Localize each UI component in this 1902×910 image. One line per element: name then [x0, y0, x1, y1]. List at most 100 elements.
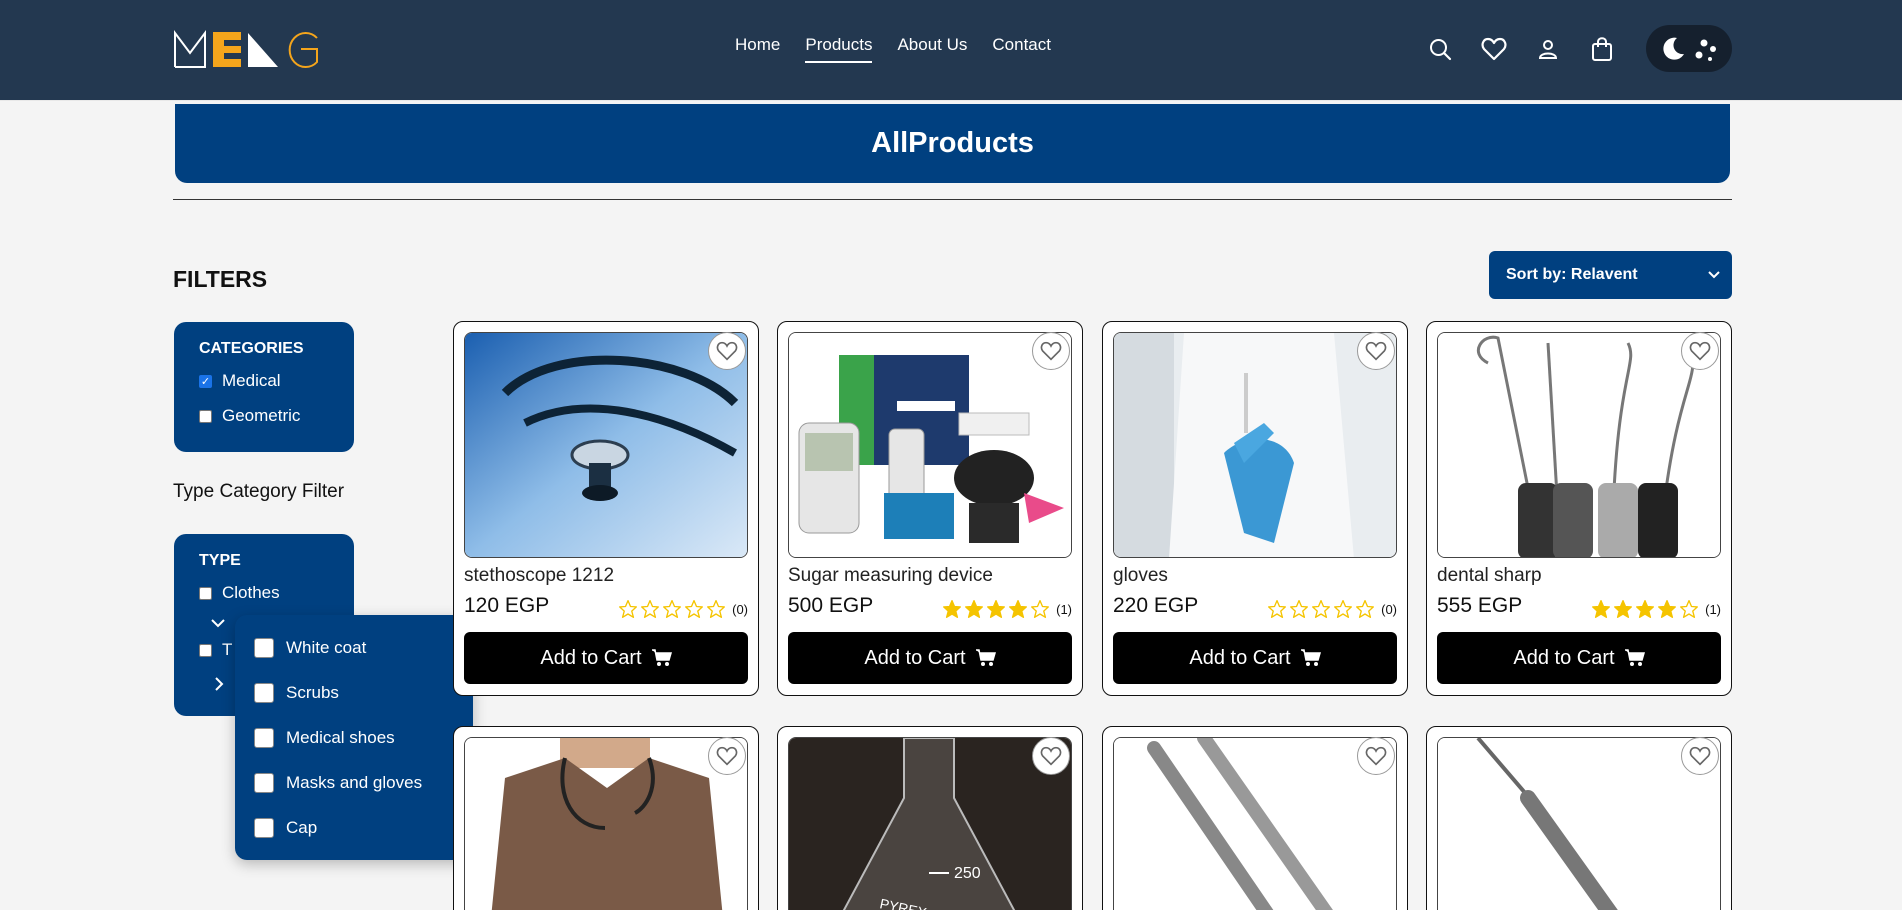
theme-toggle[interactable]	[1646, 25, 1732, 72]
wishlist-button[interactable]	[1032, 332, 1070, 370]
dropdown-item-cap[interactable]: Cap	[254, 817, 473, 839]
nav-about-us[interactable]: About Us	[897, 35, 967, 63]
wishlist-button[interactable]	[1357, 737, 1395, 775]
svg-text:250: 250	[954, 865, 981, 882]
product-card[interactable]: gloves 220 EGP (0) Add to Cart	[1102, 321, 1408, 696]
dropdown-item-scrubs[interactable]: Scrubs	[254, 682, 473, 704]
logo[interactable]	[173, 29, 323, 68]
product-rating: (1)	[942, 599, 1072, 619]
product-image-scrubs[interactable]	[464, 737, 748, 910]
product-name[interactable]: gloves	[1113, 565, 1168, 587]
checkbox[interactable]	[254, 728, 274, 748]
checkbox[interactable]	[199, 409, 212, 423]
dropdown-item-white-coat[interactable]: White coat	[254, 637, 473, 659]
sort-select[interactable]: Sort by: Relavent	[1489, 251, 1732, 299]
product-image-dental-sharp[interactable]	[1437, 332, 1721, 558]
moon-icon	[1662, 37, 1684, 60]
product-image-stethoscope[interactable]	[464, 332, 748, 558]
star-icon	[1334, 600, 1353, 618]
heart-icon[interactable]	[1479, 34, 1509, 64]
type-label: T	[222, 640, 233, 659]
checkbox[interactable]	[254, 638, 274, 658]
product-card[interactable]: stethoscope 1212 120 EGP (0) Add to Cart	[453, 321, 759, 696]
heart-icon	[1689, 746, 1711, 766]
heart-icon	[716, 746, 738, 766]
nav-contact[interactable]: Contact	[992, 35, 1051, 63]
add-to-cart-button[interactable]: Add to Cart	[1437, 632, 1721, 684]
dropdown-label: Masks and gloves	[286, 773, 423, 792]
product-rating: (0)	[1267, 599, 1397, 619]
shopping-bag-icon[interactable]	[1587, 34, 1617, 64]
add-to-cart-button[interactable]: Add to Cart	[1113, 632, 1397, 684]
heart-icon	[1040, 746, 1062, 766]
product-name[interactable]: dental sharp	[1437, 565, 1542, 587]
chevron-right-icon[interactable]	[213, 676, 225, 692]
chevron-down-icon	[1708, 271, 1720, 279]
star-icon	[1268, 600, 1287, 618]
nav-home[interactable]: Home	[735, 35, 780, 63]
heart-icon	[1365, 341, 1387, 361]
dropdown-label: White coat	[286, 638, 367, 657]
star-icon	[641, 600, 660, 618]
star-icon	[1009, 600, 1028, 618]
product-card[interactable]: 250 PYREX	[777, 726, 1083, 910]
product-card[interactable]: Sugar measuring device 500 EGP (1) Add t…	[777, 321, 1083, 696]
wishlist-button[interactable]	[708, 737, 746, 775]
product-name[interactable]: Sugar measuring device	[788, 565, 993, 587]
cart-icon	[651, 649, 672, 666]
wishlist-button[interactable]	[708, 332, 746, 370]
product-card[interactable]: dental sharp 555 EGP (1) Add to Cart	[1426, 321, 1732, 696]
wishlist-button[interactable]	[1681, 737, 1719, 775]
product-image-probe[interactable]	[1113, 737, 1397, 910]
checkbox[interactable]	[254, 818, 274, 838]
star-icon	[1614, 600, 1633, 618]
category-geometric[interactable]: Geometric	[199, 405, 354, 427]
type-heading: TYPE	[199, 552, 241, 569]
star-rating	[1591, 599, 1699, 619]
search-icon[interactable]	[1425, 34, 1455, 64]
checkbox-checked[interactable]: ✓	[199, 374, 212, 388]
add-to-cart-label: Add to Cart	[540, 646, 642, 669]
user-icon[interactable]	[1533, 34, 1563, 64]
star-rating	[1267, 599, 1375, 619]
product-image-scalpel[interactable]	[1437, 737, 1721, 910]
checkbox[interactable]	[199, 643, 212, 657]
category-label: Geometric	[222, 406, 301, 425]
review-count: (1)	[1705, 601, 1721, 617]
product-rating: (1)	[1591, 599, 1721, 619]
checkbox[interactable]	[199, 586, 212, 600]
categories-filter: CATEGORIES ✓ Medical Geometric	[174, 322, 354, 452]
star-rating	[942, 599, 1050, 619]
add-to-cart-label: Add to Cart	[1189, 646, 1291, 669]
category-medical[interactable]: ✓ Medical	[199, 370, 354, 392]
add-to-cart-button[interactable]: Add to Cart	[464, 632, 748, 684]
star-icon	[965, 600, 984, 618]
chevron-down-icon[interactable]	[210, 617, 226, 629]
type-category-label: Type Category Filter	[173, 481, 345, 502]
checkbox[interactable]	[254, 683, 274, 703]
site-header: Home Products About Us Contact	[0, 0, 1902, 101]
wishlist-button[interactable]	[1681, 332, 1719, 370]
checkbox[interactable]	[254, 773, 274, 793]
heart-icon	[716, 341, 738, 361]
categories-heading: CATEGORIES	[199, 340, 304, 357]
star-rating	[618, 599, 726, 619]
add-to-cart-button[interactable]: Add to Cart	[788, 632, 1072, 684]
wishlist-button[interactable]	[1357, 332, 1395, 370]
wishlist-button[interactable]	[1032, 737, 1070, 775]
dropdown-item-masks-gloves[interactable]: Masks and gloves	[254, 772, 473, 794]
product-image-gloves[interactable]	[1113, 332, 1397, 558]
type-clothes[interactable]: Clothes	[199, 582, 354, 604]
product-image-flask[interactable]: 250 PYREX	[788, 737, 1072, 910]
product-card[interactable]	[1102, 726, 1408, 910]
product-card[interactable]	[453, 726, 759, 910]
product-image-sugar-device[interactable]	[788, 332, 1072, 558]
product-name[interactable]: stethoscope 1212	[464, 565, 614, 587]
product-card[interactable]	[1426, 726, 1732, 910]
star-icon	[1290, 600, 1309, 618]
star-icon	[707, 600, 726, 618]
product-price: 500 EGP	[788, 594, 874, 617]
dropdown-item-medical-shoes[interactable]: Medical shoes	[254, 727, 473, 749]
product-price: 120 EGP	[464, 594, 550, 617]
nav-products[interactable]: Products	[805, 35, 873, 63]
